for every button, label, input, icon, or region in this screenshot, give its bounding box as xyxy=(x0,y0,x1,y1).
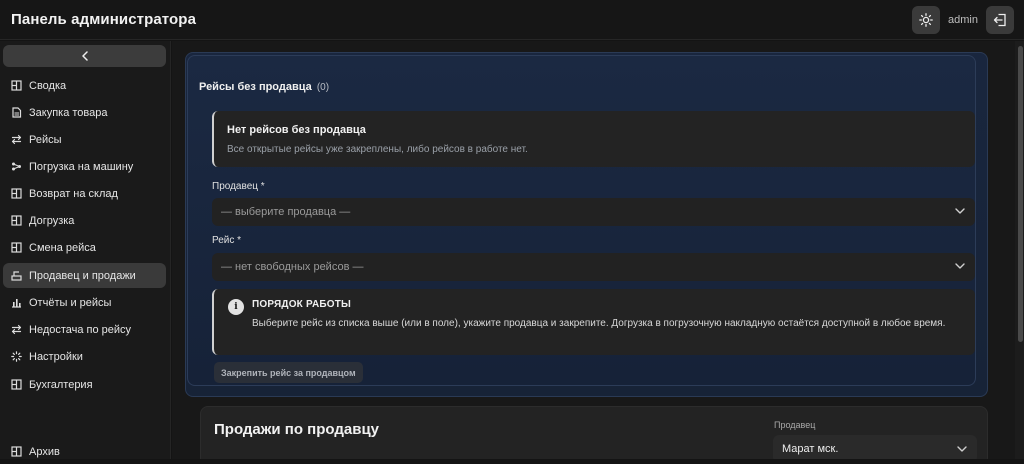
sidebar-item-label: Продавец и продажи xyxy=(29,269,136,282)
empty-state-title: Нет рейсов без продавца xyxy=(227,124,366,136)
sidebar-item-label: Возврат на склад xyxy=(29,187,118,200)
app-title: Панель администратора xyxy=(11,11,197,28)
sidebar: Сводка Закупка товара Рейсы Погрузка на маш… xyxy=(0,41,171,459)
sidebar-item[interactable]: Сводка xyxy=(3,73,166,98)
sun-icon xyxy=(919,12,933,27)
loader-icon xyxy=(11,351,22,362)
sales-by-seller-card: Продажи по продавцу Продавец Марат мск. xyxy=(200,406,988,459)
grid-icon xyxy=(11,379,22,390)
trip-field-label: Рейс * xyxy=(212,235,242,246)
sidebar-item[interactable]: Возврат на склад xyxy=(3,181,166,206)
sidebar-item[interactable]: Продавец и продажи xyxy=(3,263,166,288)
swap-icon xyxy=(11,134,22,145)
notice-text: Выберите рейс из списка выше (или в поле… xyxy=(252,318,946,329)
sidebar-item[interactable]: Настройки xyxy=(3,344,166,369)
sidebar-item[interactable]: Догрузка xyxy=(3,208,166,233)
main-content: Рейсы без продавца (0) Нет рейсов без пр… xyxy=(172,41,1015,459)
sales-seller-select[interactable]: Марат мск. xyxy=(773,435,977,459)
assign-trip-button[interactable]: Закрепить рейс за продавцом xyxy=(214,362,363,383)
user-name: admin xyxy=(948,13,978,26)
section-title-text: Рейсы без продавца xyxy=(199,81,312,93)
grid-icon xyxy=(11,80,22,91)
grid-icon xyxy=(11,446,22,457)
sidebar-item[interactable]: Архив xyxy=(3,439,166,464)
sidebar-item-label: Догрузка xyxy=(29,214,75,227)
logout-icon xyxy=(993,13,1006,26)
trip-select-value: — нет свободных рейсов — xyxy=(221,261,364,273)
sidebar-item[interactable]: Смена рейса xyxy=(3,235,166,260)
sidebar-item-label: Архив xyxy=(29,445,60,458)
chevron-down-icon xyxy=(957,446,967,452)
sidebar-item-label: Погрузка на машину xyxy=(29,160,134,173)
sales-title: Продажи по продавцу xyxy=(214,421,380,438)
sales-seller-label: Продавец xyxy=(774,420,816,430)
logout-button[interactable] xyxy=(986,5,1014,34)
sidebar-item[interactable]: Бухгалтерия xyxy=(3,372,166,397)
chevron-down-icon xyxy=(955,263,965,269)
section-title: Рейсы без продавца (0) xyxy=(199,81,329,93)
grid-icon xyxy=(11,215,22,226)
empty-state-box: Нет рейсов без продавца Все открытые рей… xyxy=(212,111,975,167)
seller-select-value: — выберите продавца — xyxy=(221,206,351,218)
sidebar-item-label: Рейсы xyxy=(29,133,62,146)
trip-select[interactable]: — нет свободных рейсов — xyxy=(212,253,975,281)
workflow-notice: i ПОРЯДОК РАБОТЫ Выберите рейс из списка… xyxy=(212,289,975,355)
scrollbar-thumb[interactable] xyxy=(1018,46,1023,342)
theme-toggle-button[interactable] xyxy=(912,5,941,34)
notice-title: ПОРЯДОК РАБОТЫ xyxy=(252,299,352,310)
bar-chart-icon xyxy=(11,297,22,308)
info-icon: i xyxy=(228,299,244,315)
sidebar-item-label: Смена рейса xyxy=(29,241,96,254)
sidebar-item[interactable]: Отчёты и рейсы xyxy=(3,290,166,315)
sales-seller-value: Марат мск. xyxy=(782,443,839,455)
chevron-left-icon xyxy=(81,51,88,61)
sidebar-item[interactable]: Недостача по рейсу xyxy=(3,317,166,342)
swap-icon xyxy=(11,324,22,335)
sidebar-item-label: Закупка товара xyxy=(29,106,108,119)
sidebar-item-label: Настройки xyxy=(29,350,83,363)
seller-field-label: Продавец * xyxy=(212,181,265,192)
sidebar-item[interactable]: Рейсы xyxy=(3,127,166,152)
share-nodes-icon xyxy=(11,161,22,172)
section-count: (0) xyxy=(316,82,330,93)
sidebar-item[interactable]: Погрузка на машину xyxy=(3,154,166,179)
grid-icon xyxy=(11,242,22,253)
sidebar-item-label: Бухгалтерия xyxy=(29,378,93,391)
top-bar: Панель администратора admin xyxy=(0,0,1024,40)
empty-state-text: Все открытые рейсы уже закреплены, либо … xyxy=(227,144,528,155)
sidebar-collapse-button[interactable] xyxy=(3,45,166,67)
grid-icon xyxy=(11,188,22,199)
chevron-down-icon xyxy=(955,208,965,214)
document-icon xyxy=(11,107,22,118)
sidebar-item-label: Сводка xyxy=(29,79,67,92)
sidebar-item-label: Отчёты и рейсы xyxy=(29,296,112,309)
cashier-icon xyxy=(11,270,22,281)
seller-select[interactable]: — выберите продавца — xyxy=(212,198,975,226)
sidebar-item-label: Недостача по рейсу xyxy=(29,323,132,336)
sidebar-item[interactable]: Закупка товара xyxy=(3,100,166,125)
